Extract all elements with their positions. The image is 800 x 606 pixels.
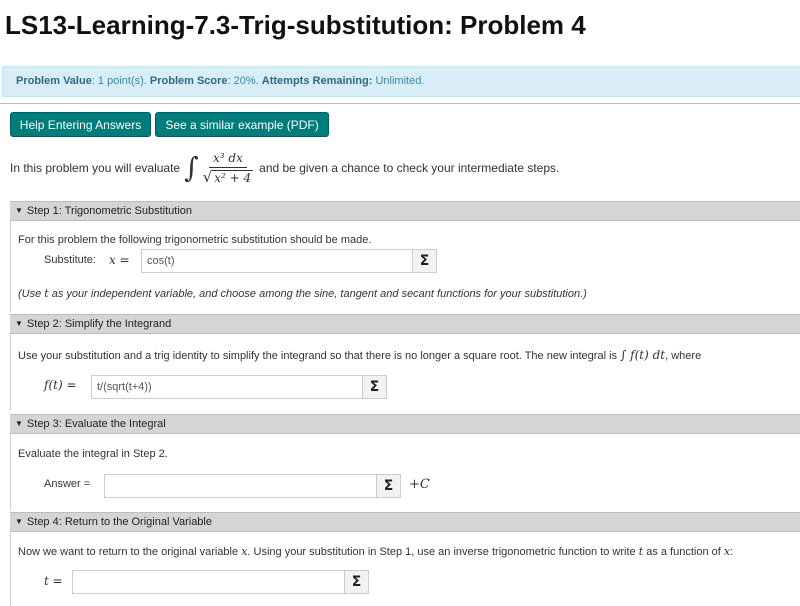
- sigma-icon[interactable]: Σ: [412, 249, 437, 273]
- step2-header[interactable]: ▼ Step 2: Simplify the Integrand: [10, 314, 800, 334]
- step4-desc-mid: . Using your substitution in Step 1, use…: [247, 546, 636, 558]
- sigma-icon[interactable]: Σ: [344, 570, 369, 594]
- step4-desc-end: :: [730, 546, 734, 558]
- divider: [0, 103, 800, 104]
- substitution-input[interactable]: cos(t): [141, 249, 413, 273]
- substitute-label: Substitute:: [44, 254, 96, 266]
- sigma-icon[interactable]: Σ: [362, 375, 387, 399]
- t-equals-label: t =: [44, 574, 63, 588]
- step4-header[interactable]: ▼ Step 4: Return to the Original Variable: [10, 512, 800, 532]
- integrand-fraction: x³ dx √ x² + 4: [202, 151, 254, 186]
- sqrt-symbol: √: [202, 168, 213, 186]
- step3-title: Step 3: Evaluate the Integral: [26, 418, 166, 430]
- step2-desc-math: ∫ f(t) dt: [620, 348, 666, 362]
- collapse-triangle-icon: ▼: [15, 419, 23, 428]
- sigma-icon[interactable]: Σ: [376, 474, 401, 498]
- step1-note: (Use t as your independent variable, and…: [18, 287, 587, 300]
- page-title: LS13-Learning-7.3-Trig-substitution: Pro…: [5, 10, 586, 40]
- step4-desc-mid2: as a function of: [646, 546, 721, 558]
- integrand-input[interactable]: t/(sqrt(t+4)): [91, 375, 372, 399]
- step4-body: Now we want to return to the original va…: [10, 532, 800, 606]
- step4-description: Now we want to return to the original va…: [18, 545, 733, 558]
- problem-value-label: Problem Value: [16, 75, 92, 87]
- step3-header[interactable]: ▼ Step 3: Evaluate the Integral: [10, 414, 800, 434]
- intro-text-before: In this problem you will evaluate: [10, 161, 181, 175]
- step2-desc-text: Use your substitution and a trig identit…: [18, 350, 618, 362]
- plus-c-label: +C: [409, 477, 430, 492]
- step1-title: Step 1: Trigonometric Substitution: [26, 205, 193, 217]
- note-before: (Use: [18, 288, 45, 300]
- step4-desc-before: Now we want to return to the original va…: [18, 546, 239, 558]
- problem-score-label: Problem Score: [149, 75, 228, 87]
- similar-example-button[interactable]: See a similar example (PDF): [155, 112, 329, 137]
- collapse-triangle-icon: ▼: [15, 319, 23, 328]
- problem-info-bar: Problem Value: 1 point(s). Problem Score…: [2, 66, 800, 97]
- problem-value-text: : 1 point(s).: [91, 75, 150, 87]
- help-entering-answers-button[interactable]: Help Entering Answers: [10, 112, 151, 137]
- integrand-numerator: x³ dx: [209, 151, 247, 168]
- f-of-t-label: f(t) =: [44, 378, 77, 392]
- step2-desc-end: , where: [665, 350, 702, 362]
- integrand-denominator: √ x² + 4: [202, 168, 254, 186]
- step3-description: Evaluate the integral in Step 2.: [18, 448, 168, 460]
- x-equals-label: x =: [109, 253, 130, 267]
- collapse-triangle-icon: ▼: [15, 517, 23, 526]
- intro-text-after: and be given a chance to check your inte…: [259, 161, 560, 175]
- denominator-radicand: x² + 4: [212, 170, 254, 185]
- step2-title: Step 2: Simplify the Integrand: [26, 318, 172, 330]
- step4-title: Step 4: Return to the Original Variable: [26, 516, 212, 528]
- answer-input[interactable]: [104, 474, 386, 498]
- step4-desc-var2: t: [638, 545, 644, 558]
- answer-label: Answer =: [44, 478, 91, 490]
- problem-score-text: : 20%.: [227, 75, 262, 87]
- step1-body: For this problem the following trigonome…: [10, 221, 800, 312]
- step3-body: Evaluate the integral in Step 2. Answer …: [10, 434, 800, 511]
- inverse-trig-input[interactable]: [72, 570, 356, 594]
- step1-header[interactable]: ▼ Step 1: Trigonometric Substitution: [10, 201, 800, 221]
- note-after: as your independent variable, and choose…: [48, 288, 587, 300]
- collapse-triangle-icon: ▼: [15, 206, 23, 215]
- attempts-text: Unlimited.: [372, 75, 425, 87]
- integral-sign: ∫: [184, 150, 199, 184]
- step2-description: Use your substitution and a trig identit…: [18, 348, 701, 362]
- step1-description: For this problem the following trigonome…: [18, 234, 372, 246]
- attempts-label: Attempts Remaining:: [261, 75, 373, 87]
- problem-intro: In this problem you will evaluate ∫ x³ d…: [10, 146, 559, 190]
- step2-body: Use your substitution and a trig identit…: [10, 334, 800, 411]
